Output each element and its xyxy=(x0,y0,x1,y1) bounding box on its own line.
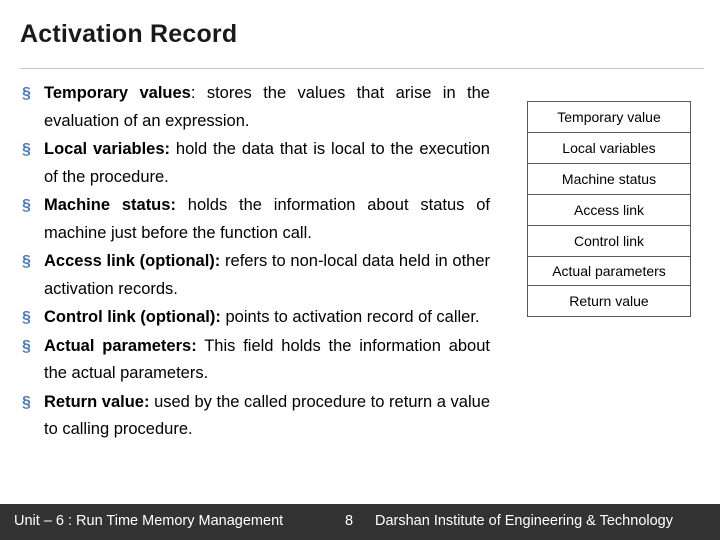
bullet-marker-icon: § xyxy=(22,337,31,355)
bullet-term: Access link (optional): xyxy=(44,252,221,270)
list-item: § Local variables: hold the data that is… xyxy=(22,136,490,191)
footer-unit-label: Unit – 6 : Run Time Memory Management xyxy=(14,513,284,529)
bullet-term: Return value: xyxy=(44,392,150,411)
bullet-text: Control link (optional): points to activ… xyxy=(44,304,490,332)
bullet-list: § Temporary values: stores the values th… xyxy=(22,80,490,445)
bullet-marker-icon: § xyxy=(22,309,31,326)
bullet-marker-icon: § xyxy=(22,85,31,102)
list-item: § Machine status: holds the information … xyxy=(22,192,490,247)
diagram-block-return-value: Return value xyxy=(569,293,649,309)
bullet-term: Temporary values xyxy=(44,84,191,102)
bullet-text: Actual parameters: This field holds the … xyxy=(44,333,490,388)
diagram-block-machine-status: Machine status xyxy=(528,164,690,195)
page-title: Activation Record xyxy=(20,20,238,48)
diagram-block-local-variables: Local variables xyxy=(528,133,690,164)
bullet-marker-icon: § xyxy=(22,393,31,411)
bullet-rest: points to activation record of caller. xyxy=(220,308,480,326)
list-item: § Return value: used by the called proce… xyxy=(22,389,490,444)
activation-record-diagram: Temporary value Local variables Machine … xyxy=(527,101,691,317)
bullet-term: Machine status: xyxy=(44,196,176,214)
bullet-text: Access link (optional): refers to non-lo… xyxy=(44,248,490,303)
diagram-block-actual-parameters: Actual parameters xyxy=(528,257,690,286)
title-divider xyxy=(20,68,704,69)
list-item: § Temporary values: stores the values th… xyxy=(22,80,490,135)
list-item: § Control link (optional): points to act… xyxy=(22,304,490,332)
bullet-text: Machine status: holds the information ab… xyxy=(44,192,490,247)
diagram-block-control-link: Control link xyxy=(528,226,690,257)
bullet-text: Return value: used by the called procedu… xyxy=(44,389,490,444)
bullet-text: Local variables: hold the data that is l… xyxy=(44,136,490,191)
diagram-block-temporary-value: Temporary value xyxy=(528,102,690,133)
footer: Unit – 6 : Run Time Memory Management 8 … xyxy=(0,504,720,540)
footer-institute-label: Darshan Institute of Engineering & Techn… xyxy=(375,513,673,529)
diagram-block-access-link: Access link xyxy=(528,195,690,226)
list-item: § Actual parameters: This field holds th… xyxy=(22,333,490,388)
bullet-marker-icon: § xyxy=(22,253,31,270)
bullet-term: Local variables: xyxy=(44,140,171,158)
slide: Activation Record § Temporary values: st… xyxy=(0,0,720,540)
list-item: § Access link (optional): refers to non-… xyxy=(22,248,490,303)
bullet-term: Actual parameters: xyxy=(44,336,197,355)
bullet-term: Control link (optional): xyxy=(44,308,221,326)
bullet-marker-icon: § xyxy=(22,141,31,158)
bullet-marker-icon: § xyxy=(22,197,31,214)
bullet-text: Temporary values: stores the values that… xyxy=(44,80,490,135)
footer-page-number: 8 xyxy=(345,513,354,529)
